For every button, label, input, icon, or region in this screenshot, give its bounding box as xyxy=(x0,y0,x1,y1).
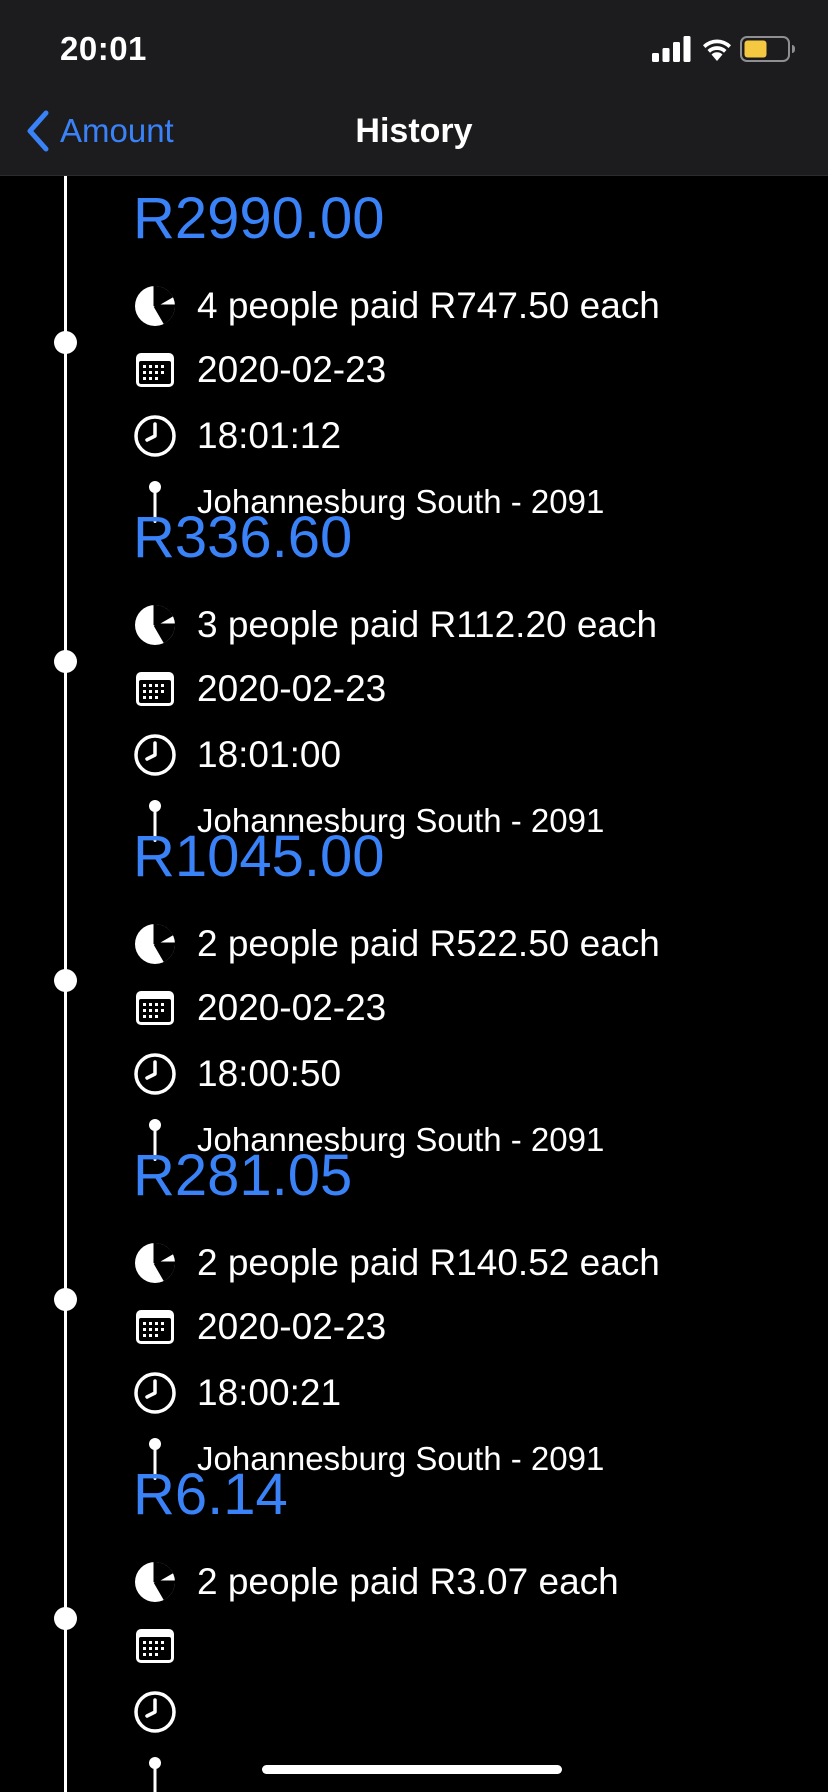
split-row-text: 4 people paid R747.50 each xyxy=(197,285,660,326)
entry-amount: R2990.00 xyxy=(133,186,385,251)
split-row: 2 people paid R3.07 each xyxy=(133,1560,619,1604)
pin-icon xyxy=(133,1756,177,1792)
split-row-text: 2 people paid R140.52 each xyxy=(197,1242,660,1283)
pie-chart-icon xyxy=(133,284,177,328)
time-row xyxy=(133,1690,197,1734)
cellular-signal-icon xyxy=(652,36,691,62)
clock-icon xyxy=(133,414,177,458)
date-row-text: 2020-02-23 xyxy=(197,987,387,1028)
calendar-icon xyxy=(133,1624,177,1668)
calendar-icon xyxy=(133,986,177,1030)
pie-chart-icon xyxy=(133,922,177,966)
back-button[interactable]: Amount xyxy=(24,108,174,154)
timeline-dot xyxy=(54,650,77,673)
entry-amount: R1045.00 xyxy=(133,824,385,889)
battery-icon xyxy=(740,36,795,62)
pie-chart-icon xyxy=(133,603,177,647)
split-row-text: 2 people paid R3.07 each xyxy=(197,1561,619,1602)
history-entry[interactable]: R336.60 3 people paid R112.20 each 2020-02… xyxy=(0,495,828,860)
entry-amount: R6.14 xyxy=(133,1462,288,1527)
entry-amount: R336.60 xyxy=(133,505,353,570)
history-entry[interactable]: R1045.00 2 people paid R522.50 each 2020-0… xyxy=(0,814,828,1179)
chevron-left-icon xyxy=(27,110,49,152)
date-row: 2020-02-23 xyxy=(133,667,386,711)
split-row: 4 people paid R747.50 each xyxy=(133,284,660,328)
split-row: 3 people paid R112.20 each xyxy=(133,603,657,647)
pie-chart-icon xyxy=(133,1560,177,1604)
calendar-icon xyxy=(133,667,177,711)
navigation-bar: Amount History xyxy=(0,90,828,176)
timeline-dot xyxy=(54,969,77,992)
time-row: 18:00:50 xyxy=(133,1052,341,1096)
timeline-dot xyxy=(54,331,77,354)
home-indicator[interactable] xyxy=(262,1765,562,1774)
clock-icon xyxy=(133,1052,177,1096)
date-row-text: 2020-02-23 xyxy=(197,349,387,390)
clock-icon xyxy=(133,1371,177,1415)
time-row-text: 18:01:12 xyxy=(197,415,342,456)
time-row-text: 18:01:00 xyxy=(197,734,342,775)
timeline-dot xyxy=(54,1607,77,1630)
status-bar: 20:01 xyxy=(0,0,828,90)
date-row: 2020-02-23 xyxy=(133,348,386,392)
clock-icon xyxy=(133,1690,177,1734)
pie-chart-icon xyxy=(133,1241,177,1285)
time-row-text: 18:00:50 xyxy=(197,1053,342,1094)
history-entry[interactable]: R281.05 2 people paid R140.52 each 2020-02… xyxy=(0,1133,828,1498)
entry-amount: R281.05 xyxy=(133,1143,353,1208)
history-entry[interactable]: R2990.00 4 people paid R747.50 each 2020-0… xyxy=(0,176,828,541)
wifi-icon xyxy=(703,39,731,61)
time-row: 18:01:00 xyxy=(133,733,341,777)
timeline-dot xyxy=(54,1288,77,1311)
date-row: 2020-02-23 xyxy=(133,1305,386,1349)
history-list[interactable]: R2990.00 4 people paid R747.50 each 2020-0… xyxy=(0,176,828,1792)
split-row: 2 people paid R140.52 each xyxy=(133,1241,660,1285)
split-row-text: 2 people paid R522.50 each xyxy=(197,923,660,964)
calendar-icon xyxy=(133,348,177,392)
clock-icon xyxy=(133,733,177,777)
split-row: 2 people paid R522.50 each xyxy=(133,922,660,966)
date-row-text: 2020-02-23 xyxy=(197,1306,387,1347)
status-time: 20:01 xyxy=(60,30,147,67)
date-row: 2020-02-23 xyxy=(133,986,386,1030)
date-row xyxy=(133,1624,197,1668)
location-row xyxy=(133,1756,197,1792)
history-entry[interactable]: R6.14 2 people paid R3.07 each xyxy=(0,1452,828,1792)
time-row: 18:01:12 xyxy=(133,414,341,458)
time-row: 18:00:21 xyxy=(133,1371,341,1415)
split-row-text: 3 people paid R112.20 each xyxy=(197,604,658,645)
back-button-label: Amount xyxy=(60,112,174,149)
time-row-text: 18:00:21 xyxy=(197,1372,342,1413)
calendar-icon xyxy=(133,1305,177,1349)
date-row-text: 2020-02-23 xyxy=(197,668,387,709)
